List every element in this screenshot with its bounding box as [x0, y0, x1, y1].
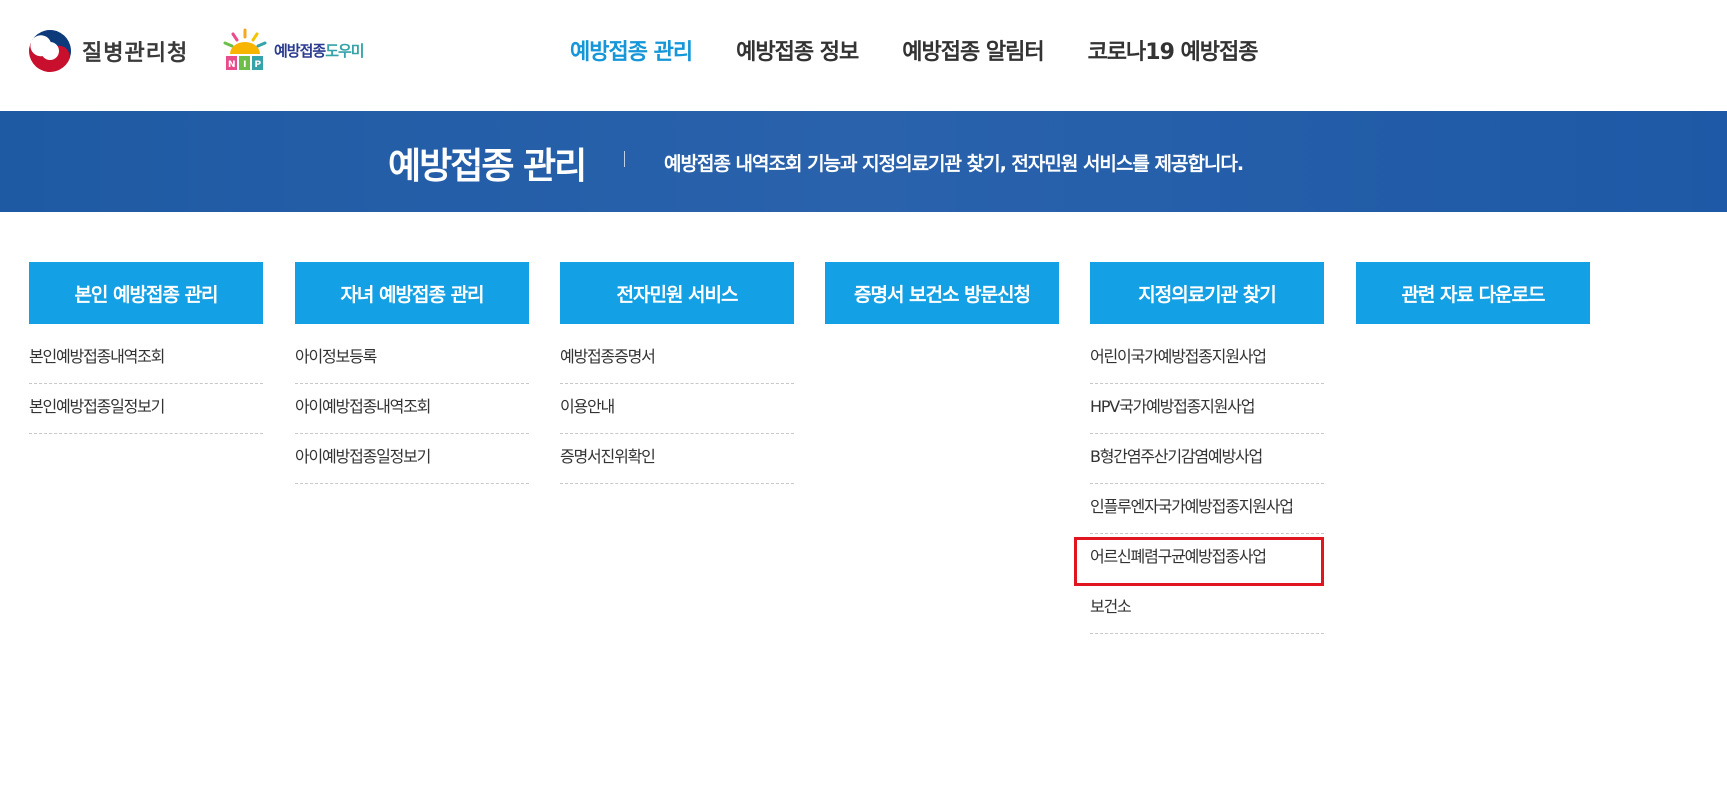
submenu-item-child-history[interactable]: 아이예방접종내역조회 [295, 384, 529, 434]
civil-service-button[interactable]: 전자민원 서비스 [560, 262, 794, 324]
submenu-item-self-history[interactable]: 본인예방접종내역조회 [29, 334, 263, 384]
menu-column-self: 본인 예방접종 관리 본인예방접종내역조회 본인예방접종일정보기 [29, 262, 263, 434]
nip-logo[interactable]: N I P 예방접종도우미 [220, 26, 365, 74]
svg-text:P: P [254, 60, 261, 70]
banner-divider [624, 151, 625, 167]
page-title: 예방접종 관리 [388, 146, 587, 187]
nip-logo-text: 예방접종도우미 [274, 41, 365, 60]
nip-sun-icon: N I P [223, 28, 267, 70]
designated-clinic-submenu: 어린이국가예방접종지원사업 HPV국가예방접종지원사업 B형간염주산기감염예방사… [1090, 334, 1324, 634]
kdca-name: 질병관리청 [82, 41, 189, 66]
svg-text:I: I [243, 60, 246, 70]
visit-request-button[interactable]: 증명서 보건소 방문신청 [825, 262, 1059, 324]
submenu-item-child-national-program[interactable]: 어린이국가예방접종지원사업 [1090, 334, 1324, 384]
nav-vaccination-management[interactable]: 예방접종 관리 [570, 34, 693, 66]
menu-column-civil-service: 전자민원 서비스 예방접종증명서 이용안내 증명서진위확인 [560, 262, 794, 484]
child-submenu: 아이정보등록 아이예방접종내역조회 아이예방접종일정보기 [295, 334, 529, 484]
taegeuk-emblem-icon [29, 30, 71, 72]
menu-column-visit-request: 증명서 보건소 방문신청 [825, 262, 1059, 324]
submenu-item-health-center[interactable]: 보건소 [1090, 584, 1324, 634]
self-vaccination-button[interactable]: 본인 예방접종 관리 [29, 262, 263, 324]
menu-column-downloads: 관련 자료 다운로드 [1356, 262, 1590, 324]
civil-service-submenu: 예방접종증명서 이용안내 증명서진위확인 [560, 334, 794, 484]
page-banner: 예방접종 관리 예방접종 내역조회 기능과 지정의료기관 찾기, 전자민원 서비… [0, 111, 1727, 212]
submenu-item-certificate[interactable]: 예방접종증명서 [560, 334, 794, 384]
downloads-button[interactable]: 관련 자료 다운로드 [1356, 262, 1590, 324]
submenu-item-hepb-perinatal[interactable]: B형간염주산기감염예방사업 [1090, 434, 1324, 484]
submenu-item-influenza-program[interactable]: 인플루엔자국가예방접종지원사업 [1090, 484, 1324, 534]
submenu-item-self-schedule[interactable]: 본인예방접종일정보기 [29, 384, 263, 434]
child-vaccination-button[interactable]: 자녀 예방접종 관리 [295, 262, 529, 324]
site-header: 질병관리청 N I P 예방접종도우미 예방접종 관리 예방접종 정보 예방접종… [0, 0, 1727, 111]
kdca-logo[interactable]: 질병관리청 [28, 29, 188, 73]
svg-text:N: N [228, 60, 235, 70]
self-submenu: 본인예방접종내역조회 본인예방접종일정보기 [29, 334, 263, 434]
submenu-item-senior-pneumococcal[interactable]: 어르신폐렴구균예방접종사업 [1090, 534, 1324, 584]
nav-vaccination-info[interactable]: 예방접종 정보 [736, 34, 859, 66]
submenu-item-child-register[interactable]: 아이정보등록 [295, 334, 529, 384]
menu-column-child: 자녀 예방접종 관리 아이정보등록 아이예방접종내역조회 아이예방접종일정보기 [295, 262, 529, 484]
nav-vaccination-notice[interactable]: 예방접종 알림터 [902, 34, 1044, 66]
submenu-item-child-schedule[interactable]: 아이예방접종일정보기 [295, 434, 529, 484]
submenu-item-certificate-verify[interactable]: 증명서진위확인 [560, 434, 794, 484]
page-description: 예방접종 내역조회 기능과 지정의료기관 찾기, 전자민원 서비스를 제공합니다… [664, 153, 1244, 175]
submenu-item-usage-guide[interactable]: 이용안내 [560, 384, 794, 434]
menu-column-designated-clinic: 지정의료기관 찾기 어린이국가예방접종지원사업 HPV국가예방접종지원사업 B형… [1090, 262, 1324, 634]
submenu-item-hpv-program[interactable]: HPV국가예방접종지원사업 [1090, 384, 1324, 434]
main-nav: 예방접종 관리 예방접종 정보 예방접종 알림터 코로나19 예방접종 [570, 34, 1259, 66]
nav-covid19-vaccination[interactable]: 코로나19 예방접종 [1088, 34, 1259, 66]
designated-clinic-button[interactable]: 지정의료기관 찾기 [1090, 262, 1324, 324]
